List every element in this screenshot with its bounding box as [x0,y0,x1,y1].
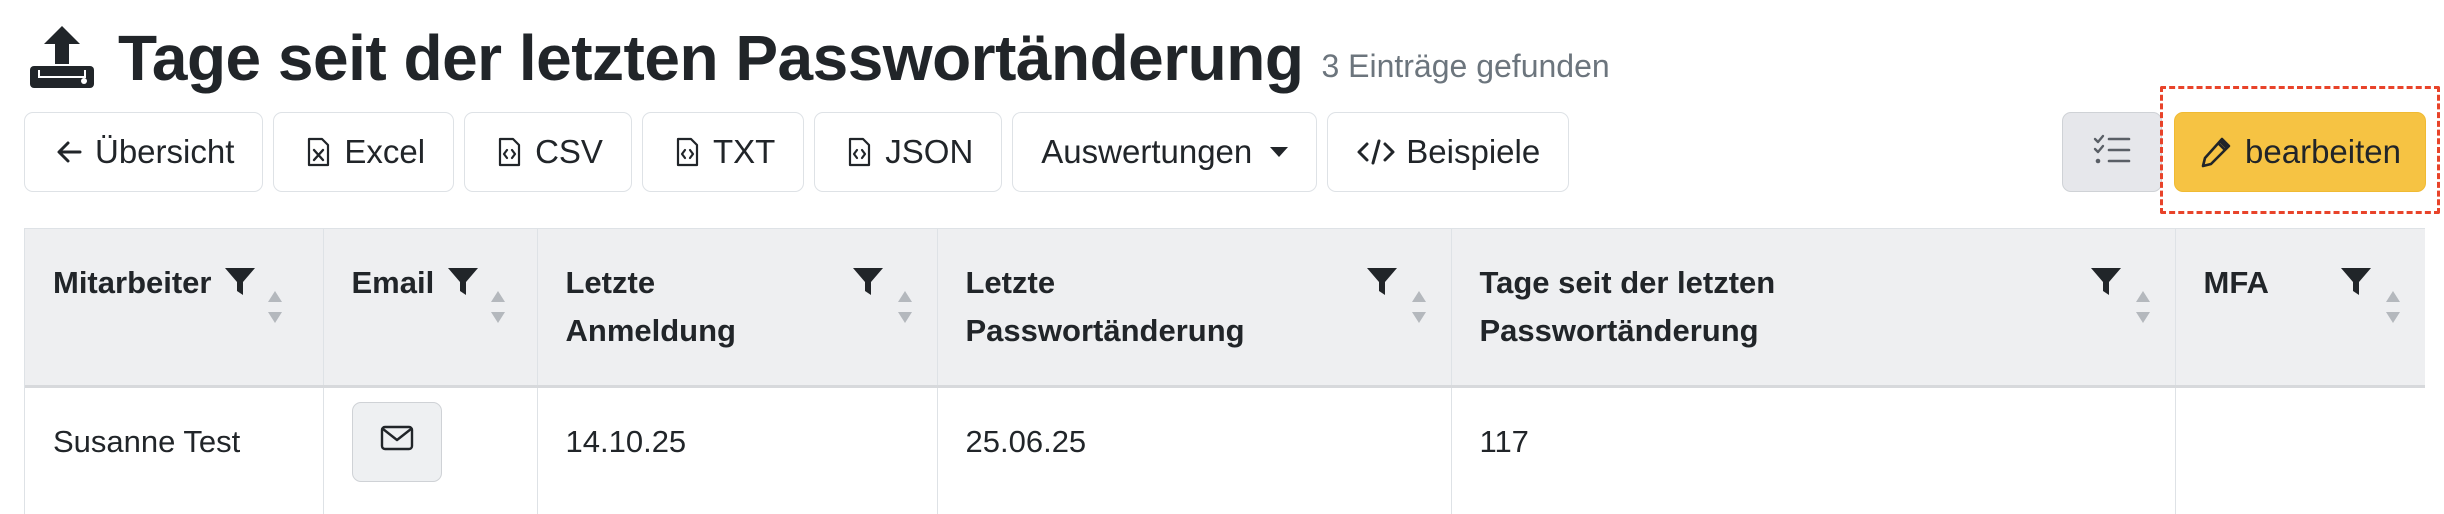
sort-icon[interactable] [895,287,915,327]
column-header-days-since-change[interactable]: Tage seit der letzten Passwortänderung [1451,228,2176,388]
page-header: Tage seit der letzten Passwortänderung 3… [26,18,1610,98]
caret-down-icon [1270,147,1289,157]
csv-label: CSV [535,133,603,170]
filter-icon[interactable] [2089,265,2123,299]
results-table: Mitarbeiter Email Letzte Anmeldung Letzt… [24,228,2425,514]
overview-button[interactable]: Übersicht [24,112,264,192]
column-label: Email [351,265,435,300]
reports-dropdown[interactable]: Auswertungen [1012,112,1318,192]
sort-icon[interactable] [265,287,285,327]
examples-label: Beispiele [1406,133,1541,170]
file-excel-icon [302,136,334,168]
column-label: MFA [2203,265,2269,300]
column-label: Letzte [565,265,656,300]
sort-icon[interactable] [488,287,508,327]
column-label-line2: Anmeldung [565,313,737,348]
list-check-icon [2092,132,2132,173]
page-title: Tage seit der letzten Passwortänderung [118,22,1304,94]
column-header-email[interactable]: Email [323,228,538,388]
cell-mfa [2175,386,2425,514]
overview-label: Übersicht [95,133,235,170]
toolbar: Übersicht Excel CSV TXT JSON Auswertunge… [24,112,1579,192]
table-row: Susanne Test 14.10.25 25.06.25 117 [25,386,2425,514]
filter-icon[interactable] [223,265,257,299]
csv-export-button[interactable]: CSV [464,112,632,192]
email-button[interactable] [351,402,442,482]
cell-employee: Susanne Test [25,386,324,514]
upload-icon [26,22,98,94]
json-export-button[interactable]: JSON [814,112,1003,192]
txt-label: TXT [712,133,776,170]
table-header-row: Mitarbeiter Email Letzte Anmeldung Letzt… [25,228,2425,388]
pencil-icon [2199,135,2233,169]
reports-label: Auswertungen [1041,133,1253,170]
file-code-icon [843,136,875,168]
file-code-icon [493,136,525,168]
column-label-line2: Passwortänderung [965,313,1245,348]
column-header-last-password-change[interactable]: Letzte Passwortänderung [937,228,1452,388]
column-header-employee[interactable]: Mitarbeiter [25,228,324,388]
json-label: JSON [885,133,974,170]
filter-icon[interactable] [851,265,885,299]
code-icon [1356,136,1396,168]
envelope-icon [380,424,414,460]
cell-last-login: 14.10.25 [537,386,938,514]
txt-export-button[interactable]: TXT [641,112,805,192]
filter-icon[interactable] [1365,265,1399,299]
file-code-icon [671,136,703,168]
filter-icon[interactable] [446,265,480,299]
examples-button[interactable]: Beispiele [1327,112,1570,192]
column-header-last-login[interactable]: Letzte Anmeldung [537,228,938,388]
excel-label: Excel [344,133,426,170]
column-header-mfa[interactable]: MFA [2175,228,2425,388]
sort-icon[interactable] [1409,287,1429,327]
edit-label: bearbeiten [2245,133,2401,170]
cell-days-since-change: 117 [1451,386,2176,514]
column-label: Letzte [965,265,1056,300]
column-label: Tage seit der letzten [1479,265,1776,300]
column-label: Mitarbeiter [53,265,212,300]
sort-icon[interactable] [2133,287,2153,327]
view-toggle-button[interactable] [2062,112,2162,192]
cell-email [323,386,538,514]
column-label-line2: Passwortänderung [1479,313,1759,348]
edit-button[interactable]: bearbeiten [2174,112,2426,192]
sort-icon[interactable] [2383,287,2403,327]
result-count: 3 Einträge gefunden [1321,47,1610,84]
arrow-left-icon [53,136,85,168]
filter-icon[interactable] [2339,265,2373,299]
cell-last-password-change: 25.06.25 [937,386,1452,514]
excel-export-button[interactable]: Excel [273,112,455,192]
